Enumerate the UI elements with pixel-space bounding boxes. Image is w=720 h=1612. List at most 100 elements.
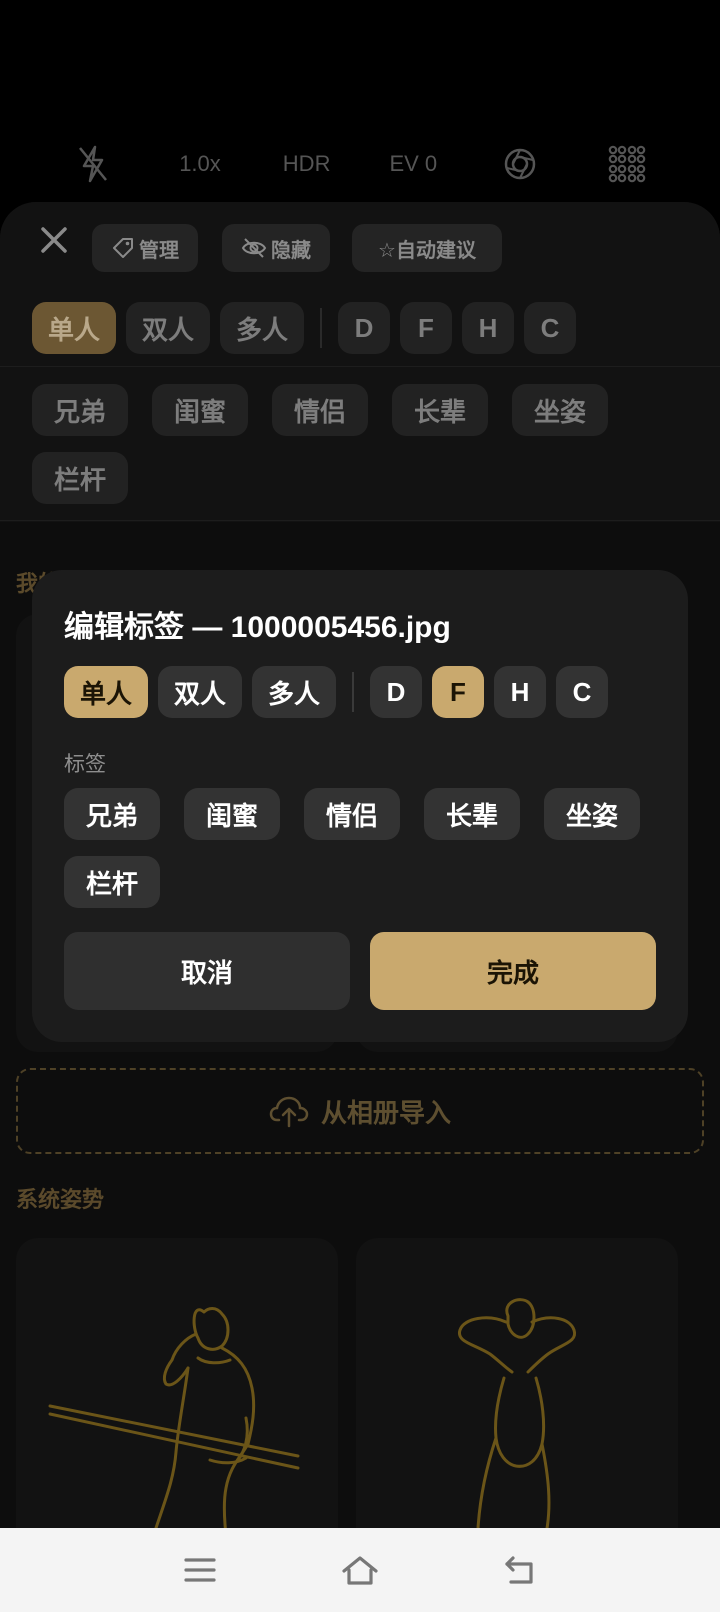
hide-button[interactable]: 隐藏	[222, 224, 330, 272]
filter-label: H	[478, 312, 498, 343]
option-single[interactable]: 单人	[64, 666, 148, 718]
filter-label: 多人	[235, 314, 288, 345]
aperture-button[interactable]	[485, 139, 555, 189]
tag-filter-chip[interactable]: 长辈	[392, 384, 488, 436]
filter-single[interactable]: 单人	[32, 302, 116, 354]
option-label: F	[450, 676, 466, 707]
tag-chip[interactable]: 兄弟	[64, 788, 160, 840]
tag-label: 情侣	[293, 396, 346, 427]
filter-label: F	[418, 312, 434, 343]
close-button[interactable]	[36, 222, 72, 258]
tag-label: 兄弟	[85, 800, 138, 831]
dialog-tags-row-2: 栏杆	[64, 856, 160, 908]
tag-label: 栏杆	[53, 464, 106, 495]
manage-button[interactable]: 管理	[92, 224, 198, 272]
filter-letter-c[interactable]: C	[524, 302, 576, 354]
cancel-label: 取消	[180, 957, 233, 988]
tag-label: 闺蜜	[173, 396, 226, 427]
tag-filter-chip[interactable]: 闺蜜	[152, 384, 248, 436]
dialog-people-row: 单人 双人 多人 D F H C	[64, 666, 608, 718]
manage-label: 管理	[139, 239, 179, 262]
option-label: 多人	[267, 678, 320, 709]
tag-label: 情侣	[325, 800, 378, 831]
hdr-label: HDR	[282, 151, 331, 176]
tag-label: 坐姿	[565, 800, 618, 831]
home-icon	[342, 1556, 378, 1585]
hide-label: 隐藏	[271, 239, 311, 262]
option-label: 单人	[79, 678, 132, 709]
zoom-level: 1.0x	[179, 151, 221, 176]
auto-suggest-button[interactable]: ☆自动建议	[352, 224, 502, 272]
divider	[0, 366, 720, 367]
option-letter-h[interactable]: H	[494, 666, 546, 718]
camera-toolbar: 1.0x HDR EV 0	[0, 136, 720, 192]
tag-filter-chip[interactable]: 栏杆	[32, 452, 128, 504]
tag-chip[interactable]: 坐姿	[544, 788, 640, 840]
system-nav-bar	[0, 1528, 720, 1612]
tag-filter-chip[interactable]: 坐姿	[512, 384, 608, 436]
tag-chip[interactable]: 栏杆	[64, 856, 160, 908]
option-double[interactable]: 双人	[158, 666, 242, 718]
divider	[0, 520, 720, 521]
done-label: 完成	[486, 957, 539, 988]
filter-letter-d[interactable]: D	[338, 302, 390, 354]
tag-chip[interactable]: 闺蜜	[184, 788, 280, 840]
divider	[352, 672, 354, 712]
grid-icon	[608, 145, 645, 183]
auto-suggest-label: ☆自动建议	[378, 239, 476, 262]
tag-filter-chip[interactable]: 兄弟	[32, 384, 128, 436]
filter-label: D	[354, 312, 374, 343]
tags-section-label: 标签	[64, 753, 106, 776]
cloud-upload-icon	[269, 1096, 309, 1128]
flash-off-button[interactable]	[58, 139, 128, 189]
hdr-button[interactable]: HDR	[272, 139, 342, 189]
eye-off-icon	[241, 238, 267, 258]
tag-label: 坐姿	[533, 396, 586, 427]
ev-button[interactable]: EV 0	[378, 139, 448, 189]
filter-letter-h[interactable]: H	[462, 302, 514, 354]
tag-label: 闺蜜	[205, 800, 258, 831]
tag-filter-row: 兄弟 闺蜜 情侣 长辈 坐姿	[32, 384, 608, 436]
menu-button[interactable]	[170, 1540, 230, 1600]
home-button[interactable]	[330, 1540, 390, 1600]
zoom-button[interactable]: 1.0x	[165, 139, 235, 189]
option-label: C	[572, 676, 592, 707]
back-button[interactable]	[490, 1540, 550, 1600]
import-from-album-button[interactable]: 从相册导入	[16, 1068, 704, 1154]
option-letter-d[interactable]: D	[370, 666, 422, 718]
aperture-icon	[504, 148, 536, 180]
tag-chip[interactable]: 情侣	[304, 788, 400, 840]
tag-label: 兄弟	[53, 396, 106, 427]
tag-label: 长辈	[445, 800, 498, 831]
back-icon	[505, 1556, 533, 1584]
option-group[interactable]: 多人	[252, 666, 336, 718]
filter-double[interactable]: 双人	[126, 302, 210, 354]
tag-chip[interactable]: 长辈	[424, 788, 520, 840]
done-button[interactable]: 完成	[370, 932, 656, 1010]
filter-label: C	[540, 312, 560, 343]
option-letter-c[interactable]: C	[556, 666, 608, 718]
edit-tags-dialog: 编辑标签 — 1000005456.jpg 单人 双人 多人 D F H C 标…	[32, 570, 688, 1042]
filter-row: 单人 双人 多人 D F H C	[32, 302, 576, 354]
divider	[320, 308, 322, 348]
filter-letter-f[interactable]: F	[400, 302, 452, 354]
option-label: 双人	[173, 678, 226, 709]
filter-group[interactable]: 多人	[220, 302, 304, 354]
grid-button[interactable]	[592, 139, 662, 189]
option-label: D	[386, 676, 406, 707]
close-icon	[41, 227, 67, 253]
option-letter-f[interactable]: F	[432, 666, 484, 718]
tag-icon	[113, 238, 133, 258]
flash-off-icon	[79, 145, 108, 183]
cancel-button[interactable]: 取消	[64, 932, 350, 1010]
system-poses-title: 系统姿势	[16, 1187, 105, 1212]
option-label: H	[510, 676, 530, 707]
tag-filter-row-2: 栏杆	[32, 452, 128, 504]
filter-label: 双人	[141, 314, 194, 345]
menu-icon	[184, 1558, 216, 1582]
ev-value: EV 0	[389, 151, 438, 176]
filter-label: 单人	[47, 314, 100, 345]
dialog-title: 编辑标签 — 1000005456.jpg	[64, 611, 451, 644]
import-label: 从相册导入	[320, 1097, 451, 1128]
tag-filter-chip[interactable]: 情侣	[272, 384, 368, 436]
